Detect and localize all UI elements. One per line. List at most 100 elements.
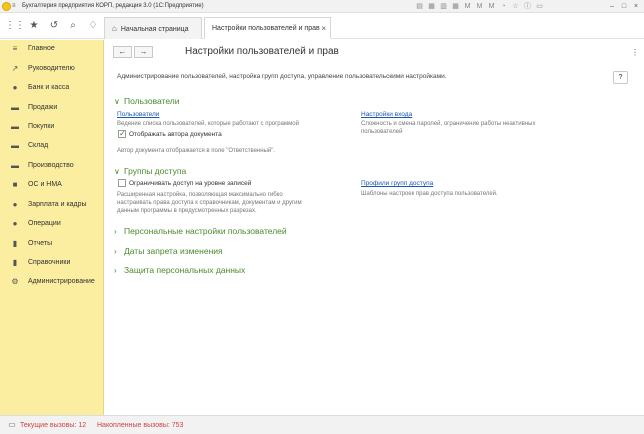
sidebar: ≡ Главное ↗ Руководителю ● Банк и касса ▬ Пр… [0, 40, 104, 415]
group-access-title: Группы доступа [124, 166, 187, 176]
m-icon[interactable]: M [463, 2, 472, 11]
group-change-lock-dates-title: Даты запрета изменения [124, 246, 223, 256]
sidebar-item-sales[interactable]: ▬ Продажи [0, 99, 104, 117]
info-icon[interactable]: ⓘ [523, 2, 532, 11]
toolbar: ⋮⋮ ★ ↺ ⌕ ♢ ⌂ Начальная страница Настройки… [0, 14, 644, 39]
gear-icon: ⚙ [11, 277, 19, 286]
sidebar-item-label: Главное [28, 45, 55, 52]
restrict-records-hint-3: данным программы в предусмотренных разре… [117, 208, 257, 214]
page-description: Администрирование пользователей, настрой… [117, 73, 447, 80]
sidebar-item-reports[interactable]: ▮ Отчеты [0, 235, 104, 253]
show-author-hint: Автор документа отображается в поле "Отв… [117, 148, 276, 154]
chevron-right-icon: › [114, 227, 117, 236]
sidebar-item-purchases[interactable]: ▬ Покупки [0, 118, 104, 136]
title-icons: ▤ ▦ ▥ ▦ M M M ◔ ☆ ⓘ ▭ [415, 2, 544, 11]
doc-icon[interactable]: ▤ [415, 2, 424, 11]
star-icon[interactable]: ☆ [511, 2, 520, 11]
group-personal-settings-title: Персональные настройки пользователей [124, 226, 287, 236]
cart-icon: ▬ [11, 122, 19, 131]
sidebar-item-label: Склад [28, 142, 49, 149]
forward-button[interactable]: → [134, 46, 153, 58]
sidebar-item-main[interactable]: ≡ Главное [0, 40, 104, 58]
show-author-checkbox[interactable]: ✓ [118, 130, 126, 138]
sales-icon: ▬ [11, 103, 19, 112]
sidebar-item-salary[interactable]: ● Зарплата и кадры [0, 196, 104, 214]
login-settings-description-2: пользователей [361, 129, 403, 135]
history-icon[interactable]: ↺ [47, 19, 61, 33]
sidebar-item-label: Производство [28, 162, 74, 169]
app-logo-icon[interactable] [2, 2, 11, 11]
restore-button[interactable]: □ [618, 0, 630, 13]
show-author-label: Отображать автора документа [129, 131, 222, 138]
sidebar-item-warehouse[interactable]: ▬ Склад [0, 137, 104, 155]
apps-icon[interactable]: ⋮⋮ [5, 19, 25, 33]
login-settings-link[interactable]: Настройки входа [361, 110, 412, 119]
sidebar-item-operations[interactable]: ● Операции [0, 215, 104, 233]
group-users-header[interactable]: ∨ Пользователи [114, 95, 179, 108]
sidebar-item-label: Отчеты [28, 240, 53, 247]
group-change-lock-dates[interactable]: › Даты запрета изменения [114, 245, 223, 258]
sidebar-item-label: Банк и касса [28, 84, 70, 91]
current-calls: Текущие вызовы: 12 [20, 422, 87, 429]
sidebar-item-label: Зарплата и кадры [28, 201, 87, 208]
sidebar-item-bank[interactable]: ● Банк и касса [0, 79, 104, 97]
title-bar: ≡ Бухгалтерия предприятия КОРП, редакция… [0, 0, 644, 13]
book-icon: ▮ [12, 258, 18, 267]
access-profiles-description: Шаблоны настроек прав доступа пользовате… [361, 191, 498, 197]
accumulated-calls: Накопленные вызовы: 753 [97, 422, 184, 429]
main-content: ← → Настройки пользователей и прав ⋮ ? А… [105, 40, 644, 415]
person-icon: ● [12, 200, 18, 209]
restrict-records-checkbox[interactable] [118, 179, 126, 187]
window-icon[interactable]: ▭ [535, 2, 544, 11]
sidebar-item-label: ОС и НМА [28, 181, 62, 188]
login-settings-description: Сложность и смена паролей, ограничение р… [361, 121, 536, 127]
chevron-down-icon: ∨ [114, 97, 120, 106]
more-menu-icon[interactable]: ⋮ [631, 46, 639, 59]
back-button[interactable]: ← [113, 46, 132, 58]
chevron-down-icon: ∨ [114, 167, 120, 176]
bookmarks-icon[interactable]: ▥ [439, 2, 448, 11]
favorites-star-icon[interactable]: ★ [27, 19, 41, 33]
trend-icon: ↗ [11, 64, 19, 73]
sidebar-item-label: Операции [28, 220, 61, 227]
notifications-bell-icon[interactable]: ♢ [86, 19, 100, 33]
users-link[interactable]: Пользователи [117, 110, 159, 119]
group-access-header[interactable]: ∨ Группы доступа [114, 165, 186, 178]
group-personal-data-protection[interactable]: › Защита персональных данных [114, 264, 245, 277]
sidebar-item-label: Руководителю [28, 65, 75, 72]
sidebar-item-administration[interactable]: ⚙ Администрирование [0, 273, 104, 291]
bell-icon[interactable]: ◔ [499, 2, 508, 11]
restrict-records-label: Ограничивать доступ на уровне записей [129, 180, 252, 187]
status-icon[interactable]: ▭ [7, 420, 17, 430]
calendar-icon[interactable]: ▦ [427, 2, 436, 11]
m-minus-icon[interactable]: M [487, 2, 496, 11]
minimize-button[interactable]: – [606, 0, 618, 13]
grid-icon[interactable]: ▦ [451, 2, 460, 11]
tab-close-icon[interactable]: × [321, 18, 326, 40]
group-personal-settings[interactable]: › Персональные настройки пользователей [114, 225, 287, 238]
warehouse-icon: ▬ [11, 141, 19, 150]
search-icon[interactable]: ⌕ [66, 19, 80, 33]
tab-user-settings-label: Настройки пользователей и прав [212, 25, 320, 32]
sidebar-item-assets[interactable]: ■ ОС и НМА [0, 176, 104, 194]
users-link-description: Ведение списка пользователей, которые ра… [117, 121, 299, 127]
sidebar-item-manager[interactable]: ↗ Руководителю [0, 60, 104, 78]
bank-icon: ● [12, 83, 18, 92]
status-bar: ▭ Текущие вызовы: 12 Накопленные вызовы:… [0, 415, 644, 434]
window-title: Бухгалтерия предприятия КОРП, редакция 3… [22, 3, 204, 9]
sidebar-item-label: Администрирование [28, 278, 95, 285]
restrict-records-hint: Расширенная настройка, позволяющая макси… [117, 192, 283, 198]
close-button[interactable]: × [630, 0, 642, 13]
tab-home[interactable]: ⌂ Начальная страница [104, 17, 202, 39]
sidebar-item-production[interactable]: ▬ Производство [0, 157, 104, 175]
help-button[interactable]: ? [613, 71, 628, 84]
window-controls: – □ × [606, 0, 642, 13]
tab-user-settings[interactable]: Настройки пользователей и прав × [204, 17, 331, 39]
menu-icon[interactable]: ≡ [12, 0, 16, 13]
sidebar-item-catalogs[interactable]: ▮ Справочники [0, 254, 104, 272]
sidebar-item-label: Справочники [28, 259, 71, 266]
operations-icon: ● [12, 219, 18, 228]
access-profiles-link[interactable]: Профили групп доступа [361, 179, 433, 188]
m-plus-icon[interactable]: M [475, 2, 484, 11]
home-icon: ⌂ [112, 24, 117, 33]
